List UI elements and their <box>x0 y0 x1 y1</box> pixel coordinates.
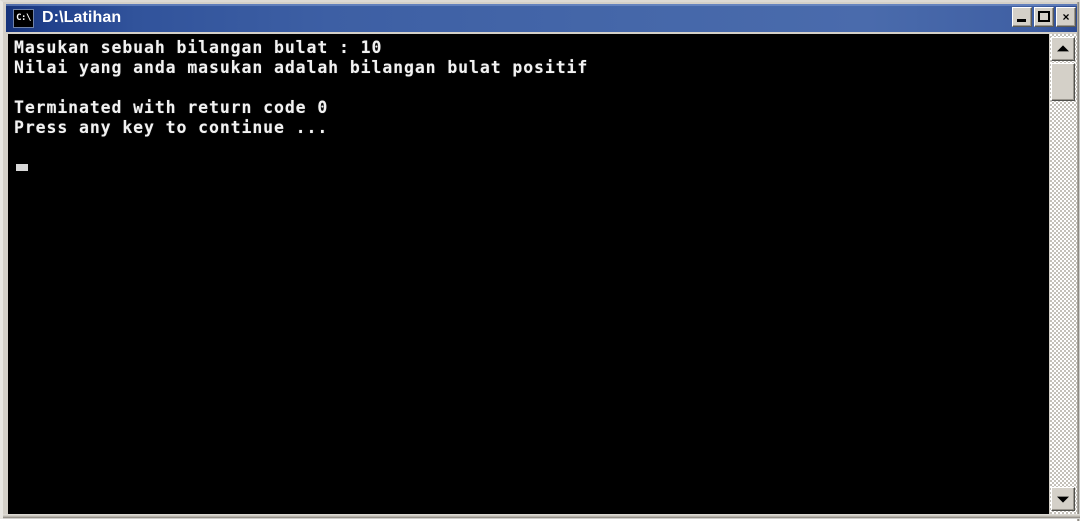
text-cursor <box>16 164 28 171</box>
console-output-area[interactable]: Masukan sebuah bilangan bulat : 10 Nilai… <box>8 34 1049 516</box>
scroll-down-button[interactable] <box>1051 487 1075 511</box>
console-window: C:\ D:\Latihan × Masukan sebuah bilangan… <box>0 0 1080 521</box>
close-icon: × <box>1062 10 1070 24</box>
minimize-icon <box>1017 19 1026 22</box>
scrollbar-thumb[interactable] <box>1051 63 1075 101</box>
chevron-up-icon <box>1057 45 1069 52</box>
caption-button-group: × <box>1012 7 1076 27</box>
vertical-scrollbar[interactable] <box>1050 34 1077 516</box>
maximize-icon <box>1038 11 1050 22</box>
console-text: Masukan sebuah bilangan bulat : 10 Nilai… <box>14 38 589 137</box>
title-bar[interactable]: C:\ D:\Latihan × <box>6 4 1080 32</box>
maximize-button[interactable] <box>1034 7 1054 27</box>
console-icon[interactable]: C:\ <box>13 8 34 28</box>
titlebar-highlight <box>6 4 1080 6</box>
window-bottom-edge <box>3 514 1080 519</box>
minimize-button[interactable] <box>1012 7 1032 27</box>
window-title: D:\Latihan <box>42 9 122 26</box>
chevron-down-icon <box>1057 496 1069 503</box>
scroll-up-button[interactable] <box>1051 37 1075 61</box>
close-button[interactable]: × <box>1056 7 1076 27</box>
